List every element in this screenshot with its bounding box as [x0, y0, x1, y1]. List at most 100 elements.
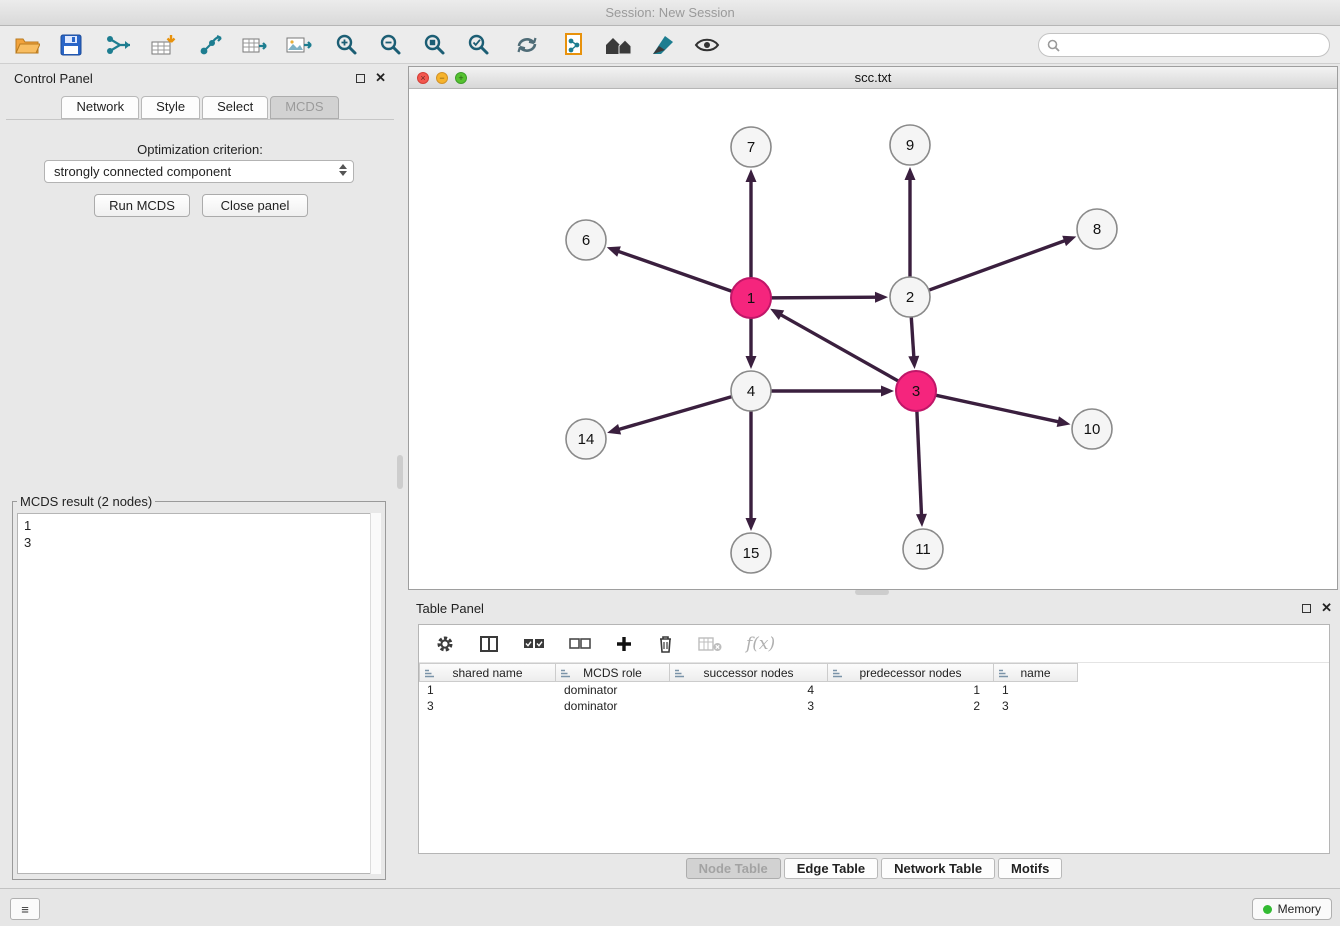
tab-motifs[interactable]: Motifs	[998, 858, 1062, 879]
search-input[interactable]	[1066, 35, 1329, 55]
table-cell[interactable]: 1	[994, 682, 1078, 698]
zoom-selected-button[interactable]	[464, 31, 494, 59]
result-scrollbar[interactable]	[370, 513, 381, 874]
column-selector-button[interactable]	[479, 635, 499, 653]
export-table-button[interactable]	[240, 31, 270, 59]
show-hide-button[interactable]	[692, 31, 722, 59]
column-header-MCDS-role[interactable]: MCDS role	[556, 663, 670, 682]
tab-mcds[interactable]: MCDS	[270, 96, 338, 119]
column-header-predecessor-nodes[interactable]: predecessor nodes	[828, 663, 994, 682]
tab-edge-table[interactable]: Edge Table	[784, 858, 878, 879]
graph-edge-2-8[interactable]	[929, 240, 1066, 290]
mcds-result-list[interactable]: 13	[17, 513, 381, 874]
table-float-icon[interactable]	[1302, 604, 1311, 613]
copy-network-button[interactable]	[560, 31, 590, 59]
delete-table-icon	[698, 636, 722, 652]
refresh-layout-button[interactable]	[512, 31, 542, 59]
import-table-icon	[150, 33, 176, 57]
main-toolbar	[0, 26, 1340, 64]
table-cell[interactable]: 1	[419, 682, 556, 698]
graph-edge-3-1[interactable]	[780, 314, 899, 381]
home-button[interactable]	[604, 31, 634, 59]
deselect-all-columns-button[interactable]	[569, 638, 591, 650]
import-network-button[interactable]	[104, 31, 134, 59]
network-canvas[interactable]: 7968124314101511	[409, 89, 1337, 589]
minimize-window-icon[interactable]: −	[436, 72, 448, 84]
network-window-titlebar[interactable]: × − + scc.txt	[409, 67, 1337, 89]
table-cell[interactable]: dominator	[556, 682, 670, 698]
close-window-icon[interactable]: ×	[417, 72, 429, 84]
task-history-button[interactable]: ≡	[10, 898, 40, 920]
table-cell[interactable]: 3	[419, 698, 556, 714]
graph-edge-1-2[interactable]	[771, 297, 877, 298]
maximize-window-icon[interactable]: +	[455, 72, 467, 84]
tab-network[interactable]: Network	[61, 96, 139, 119]
function-builder-button[interactable]: f(x)	[746, 634, 775, 654]
table-cell[interactable]: 1	[828, 682, 994, 698]
tab-select[interactable]: Select	[202, 96, 268, 119]
tab-node-table[interactable]: Node Table	[686, 858, 781, 879]
open-session-button[interactable]	[12, 31, 42, 59]
table-settings-button[interactable]	[435, 634, 455, 654]
edge-arrowhead	[607, 246, 621, 256]
memory-button[interactable]: Memory	[1252, 898, 1332, 920]
run-mcds-button[interactable]: Run MCDS	[94, 194, 190, 217]
delete-table-button[interactable]	[698, 636, 722, 652]
table-cell[interactable]: 3	[670, 698, 828, 714]
graph-edge-1-6[interactable]	[617, 251, 732, 291]
zoom-fit-button[interactable]	[420, 31, 450, 59]
window-titlebar: Session: New Session	[0, 0, 1340, 26]
float-panel-icon[interactable]	[356, 74, 365, 83]
zoom-in-button[interactable]	[332, 31, 362, 59]
tab-style[interactable]: Style	[141, 96, 200, 119]
control-panel: Control Panel ✕ Network Style Select MCD…	[6, 66, 394, 884]
memory-status-icon	[1263, 905, 1272, 914]
table-cell[interactable]: 3	[994, 698, 1078, 714]
sort-icon	[424, 668, 435, 679]
refresh-icon	[514, 33, 540, 57]
graph-edge-3-11[interactable]	[917, 411, 922, 516]
network-window-title: scc.txt	[409, 70, 1337, 85]
add-column-button[interactable]	[615, 635, 633, 653]
table-close-icon[interactable]: ✕	[1321, 600, 1332, 616]
table-body: 1dominator4113dominator323	[419, 682, 1329, 714]
import-table-button[interactable]	[148, 31, 178, 59]
zoom-out-icon	[379, 33, 403, 57]
table-panel: Table Panel ✕	[408, 596, 1340, 884]
graph-node-label-15: 15	[743, 545, 760, 562]
column-header-name[interactable]: name	[994, 663, 1078, 682]
dropdown-arrows-icon	[339, 164, 347, 176]
export-image-button[interactable]	[284, 31, 314, 59]
save-session-button[interactable]	[56, 31, 86, 59]
table-cell[interactable]: 4	[670, 682, 828, 698]
close-panel-button[interactable]: Close panel	[202, 194, 308, 217]
export-network-icon	[198, 33, 224, 57]
list-icon: ≡	[21, 902, 29, 917]
delete-column-button[interactable]	[657, 634, 674, 654]
table-row[interactable]: 3dominator323	[419, 698, 1329, 714]
zoom-out-button[interactable]	[376, 31, 406, 59]
table-row[interactable]: 1dominator411	[419, 682, 1329, 698]
export-network-button[interactable]	[196, 31, 226, 59]
table-cell[interactable]: dominator	[556, 698, 670, 714]
sort-icon	[674, 668, 685, 679]
select-all-columns-button[interactable]	[523, 638, 545, 650]
graph-edge-4-14[interactable]	[618, 397, 732, 430]
optimization-criterion-select[interactable]: strongly connected component	[44, 160, 354, 183]
graph-edge-3-10[interactable]	[936, 395, 1060, 422]
style-brush-button[interactable]	[648, 31, 678, 59]
column-header-shared-name[interactable]: shared name	[419, 663, 556, 682]
close-panel-icon[interactable]: ✕	[375, 70, 386, 86]
save-icon	[60, 34, 82, 56]
search-field[interactable]	[1038, 33, 1330, 57]
vertical-splitter[interactable]	[397, 455, 403, 489]
zoom-selected-icon	[467, 33, 491, 57]
tab-network-table[interactable]: Network Table	[881, 858, 995, 879]
network-graph[interactable]: 7968124314101511	[409, 89, 1337, 589]
column-header-successor-nodes[interactable]: successor nodes	[670, 663, 828, 682]
memory-label: Memory	[1278, 902, 1321, 916]
table-cell[interactable]: 2	[828, 698, 994, 714]
column-header-label: shared name	[452, 666, 522, 680]
graph-edge-2-3[interactable]	[911, 317, 914, 358]
edge-arrowhead	[875, 292, 888, 303]
